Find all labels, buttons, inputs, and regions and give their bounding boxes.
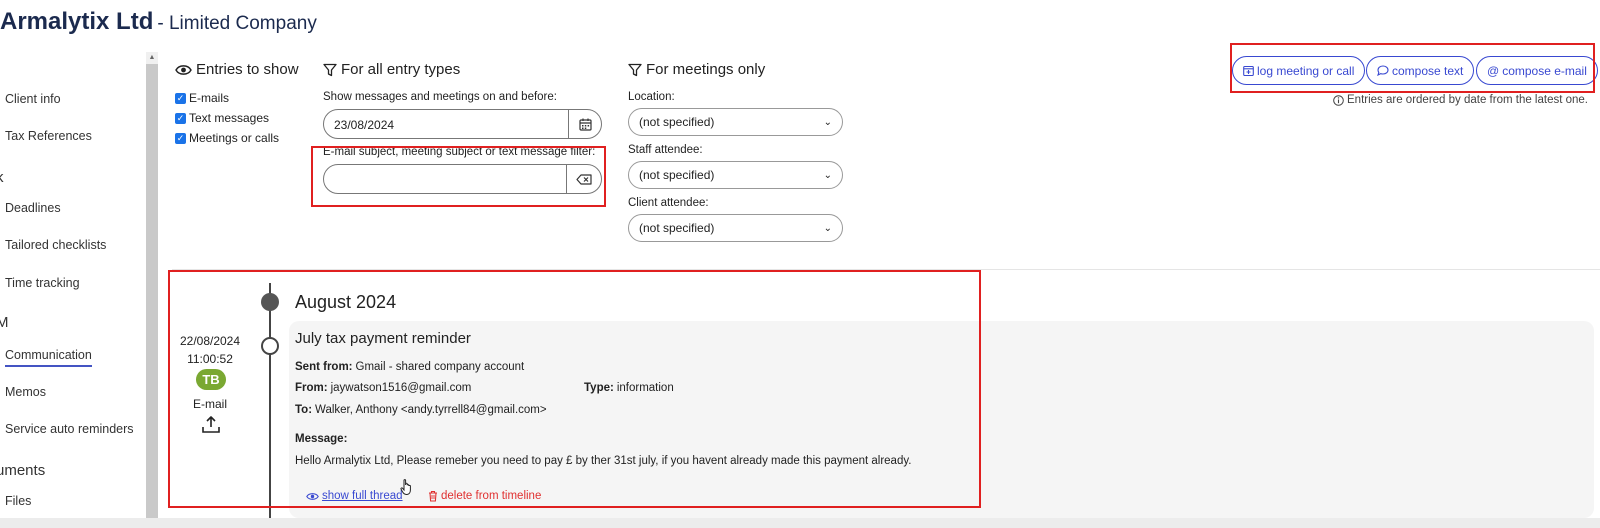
entry-kind: E-mail (192, 397, 227, 411)
entry-time: 11:00:52 (187, 352, 233, 366)
hand-cursor-icon (400, 479, 411, 496)
scrollbar[interactable]: ▲ (146, 52, 158, 518)
entries-to-show-title: Entries to show (175, 61, 299, 78)
delete-from-timeline-link[interactable]: delete from timeline (428, 490, 541, 502)
date-value[interactable]: 23/08/2024 (324, 110, 568, 138)
sidebar-item-files[interactable]: Files (5, 494, 31, 508)
checkbox-emails[interactable]: ✓ E-mails (175, 91, 229, 105)
staff-attendee-label: Staff attendee: (628, 144, 703, 156)
subject-filter-value[interactable] (324, 165, 566, 193)
show-full-thread-link[interactable]: show full thread (306, 490, 403, 502)
timeline-line (269, 283, 271, 518)
client-attendee-label: Client attendee: (628, 197, 709, 209)
sidebar-section-heading: uments (0, 462, 46, 479)
log-meeting-button[interactable]: log meeting or call (1232, 56, 1366, 85)
checkbox-checked-icon[interactable]: ✓ (175, 112, 186, 124)
info-icon (1333, 94, 1344, 106)
checkbox-text-messages[interactable]: ✓ Text messages (175, 111, 269, 125)
calendar-button[interactable] (568, 110, 601, 138)
client-attendee-select[interactable]: (not specified) ⌄ (628, 214, 843, 242)
location-label: Location: (628, 91, 675, 103)
meetings-only-title: For meetings only (628, 61, 765, 78)
page-title: Armalytix Ltd - Limited Company (0, 8, 317, 40)
company-type: - Limited Company (157, 13, 317, 34)
eye-icon (175, 64, 192, 75)
date-label: Show messages and meetings on and before… (323, 91, 557, 103)
bottom-strip (0, 518, 1600, 528)
at-sign-icon: @ (1487, 63, 1500, 78)
section-divider (172, 269, 1600, 270)
checkbox-checked-icon[interactable]: ✓ (175, 92, 186, 104)
sidebar-item-service-auto-reminders[interactable]: Service auto reminders (5, 422, 134, 436)
type-row: Type: information (584, 382, 674, 394)
compose-email-button[interactable]: @ compose e-mail (1476, 56, 1598, 85)
filter-icon (628, 63, 642, 76)
from-row: From: jaywatson1516@gmail.com (295, 382, 472, 394)
sidebar-item-time-tracking[interactable]: Time tracking (5, 276, 80, 290)
trash-icon (429, 490, 437, 502)
sidebar-item-communication[interactable]: Communication (5, 348, 92, 367)
eye-icon (306, 492, 319, 500)
entry-title: July tax payment reminder (295, 330, 471, 347)
clear-filter-button[interactable] (566, 165, 601, 193)
sidebar-item-client-info[interactable]: Client info (5, 92, 61, 106)
chevron-down-icon[interactable]: ⌄ (824, 170, 832, 181)
checkbox-meetings-or-calls[interactable]: ✓ Meetings or calls (175, 131, 279, 145)
subject-filter-input[interactable] (323, 164, 602, 194)
timeline-month-marker (261, 293, 279, 311)
sidebar-item-memos[interactable]: Memos (5, 385, 46, 399)
sidebar: Client info Tax References k Deadlines T… (0, 52, 150, 518)
calendar-plus-icon (1243, 65, 1254, 76)
staff-attendee-select[interactable]: (not specified) ⌄ (628, 161, 843, 189)
sidebar-item-tailored-checklists[interactable]: Tailored checklists (5, 238, 106, 252)
speech-bubble-icon (1377, 65, 1389, 76)
upload-icon[interactable] (201, 415, 221, 435)
avatar: TB (196, 369, 226, 390)
calendar-icon[interactable] (578, 118, 592, 131)
timeline-month: August 2024 (295, 292, 397, 312)
message-text: Hello Armalytix Ltd, Please remeber you … (295, 455, 912, 467)
chevron-down-icon[interactable]: ⌄ (824, 117, 832, 128)
all-entry-types-title: For all entry types (323, 61, 460, 78)
order-note: Entries are ordered by date from the lat… (1333, 94, 1588, 106)
timeline-entry-card (289, 321, 1594, 518)
sent-from-row: Sent from: Gmail - shared company account (295, 361, 525, 373)
location-select[interactable]: (not specified) ⌄ (628, 108, 843, 136)
chevron-down-icon[interactable]: ⌄ (824, 223, 832, 234)
filter-icon (323, 63, 337, 76)
subject-filter-label: E-mail subject, meeting subject or text … (323, 146, 596, 158)
message-label: Message: (295, 433, 348, 445)
scroll-up-arrow-icon[interactable]: ▲ (146, 52, 158, 64)
sidebar-section-heading: k (0, 169, 4, 186)
entry-date: 22/08/2024 (179, 334, 241, 348)
company-name: Armalytix Ltd (0, 8, 154, 35)
to-row: To: Walker, Anthony <andy.tyrrell84@gmail… (295, 404, 547, 416)
backspace-icon[interactable] (576, 173, 592, 185)
timeline-entry-marker (261, 337, 279, 355)
checkbox-checked-icon[interactable]: ✓ (175, 132, 186, 144)
sidebar-item-tax-references[interactable]: Tax References (5, 129, 92, 143)
compose-text-button[interactable]: compose text (1366, 56, 1475, 85)
sidebar-section-heading: M (0, 314, 9, 331)
date-input[interactable]: 23/08/2024 (323, 109, 602, 139)
sidebar-item-deadlines[interactable]: Deadlines (5, 201, 61, 215)
